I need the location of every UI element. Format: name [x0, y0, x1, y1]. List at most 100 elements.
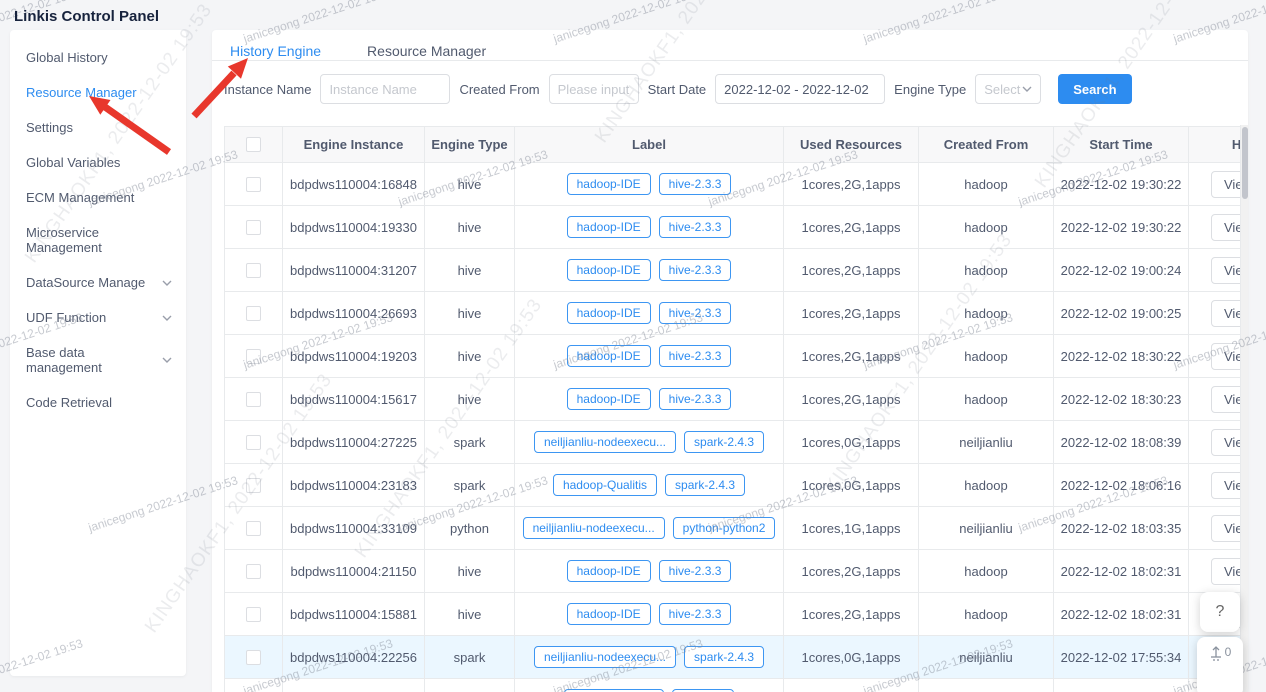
table-row: bdpdws110004:21150hivehadoop-IDEhive-2.3…: [225, 550, 1248, 593]
tab-history-engine[interactable]: History Engine: [230, 43, 321, 60]
sidebar-item-microservice-management[interactable]: Microservice Management: [10, 215, 186, 265]
label-tag[interactable]: hadoop-IDE: [567, 259, 651, 281]
row-checkbox[interactable]: [246, 177, 261, 192]
engine-instance-cell: bdpdws110004:27225: [283, 421, 425, 464]
label-tag[interactable]: hive-2.3.3: [659, 388, 732, 410]
filter-bar: Instance Name Created From Start Date En…: [224, 74, 1248, 104]
start-time-cell: 2022-12-02 19:00:25: [1054, 292, 1189, 335]
table-row: bdpdws110004:22256sparkneiljianliu-nodee…: [225, 636, 1248, 679]
engine-type-cell: spark: [425, 421, 515, 464]
table-scrollbar[interactable]: [1240, 125, 1248, 692]
engine-type-label: Engine Type: [894, 82, 966, 97]
used-resources-cell: 1cores,2G,1apps: [784, 206, 919, 249]
label-tag[interactable]: hadoop-IDE: [567, 216, 651, 238]
sidebar-item-label: Base data management: [26, 345, 162, 375]
engine-type-select-value: Select: [984, 82, 1020, 97]
row-select-cell: [225, 249, 283, 292]
row-checkbox[interactable]: [246, 263, 261, 278]
label-tag[interactable]: hadoop-IDE: [567, 302, 651, 324]
row-select-cell: [225, 163, 283, 206]
row-select-cell: [225, 292, 283, 335]
sidebar-item-global-history[interactable]: Global History: [10, 40, 186, 75]
sidebar-item-udf-function[interactable]: UDF Function: [10, 300, 186, 335]
row-select-cell: [225, 507, 283, 550]
sidebar-item-ecm-management[interactable]: ECM Management: [10, 180, 186, 215]
sidebar-item-label: Global History: [26, 50, 108, 65]
row-select-cell: [225, 464, 283, 507]
column-header-label: Label: [515, 127, 784, 163]
created-from-cell: hadoop: [919, 378, 1054, 421]
created-from-cell: hadoop: [919, 593, 1054, 636]
row-select-cell: [225, 593, 283, 636]
label-tag[interactable]: spark-2.4.3: [684, 431, 764, 453]
label-tag[interactable]: hive-2.3.3: [659, 560, 732, 582]
label-tag[interactable]: hive-2.3.3: [659, 173, 732, 195]
label-tag[interactable]: hive-2.3.3: [659, 259, 732, 281]
help-button[interactable]: ?: [1200, 592, 1240, 632]
start-time-cell: 2022-12-02 18:03:35: [1054, 507, 1189, 550]
created-from-cell: hadoop: [919, 163, 1054, 206]
row-checkbox[interactable]: [246, 306, 261, 321]
label-tag[interactable]: hive-2.3.3: [659, 302, 732, 324]
table-scrollbar-thumb[interactable]: [1242, 127, 1248, 199]
tab-bar: History Engine Resource Manager: [212, 30, 1248, 61]
label-cell: neiljianliu-nodeexecu... spark-2.4.3: [515, 421, 784, 464]
row-checkbox[interactable]: [246, 650, 261, 665]
label-tag[interactable]: hadoop-Qualitis: [553, 474, 657, 496]
label-tag[interactable]: spark-2.4.3: [684, 646, 764, 668]
created-from-input[interactable]: [549, 74, 639, 104]
engine-type-select[interactable]: Select: [975, 74, 1041, 104]
row-checkbox[interactable]: [246, 564, 261, 579]
column-header-engine-type: Engine Type: [425, 127, 515, 163]
engine-type-cell: hive: [425, 378, 515, 421]
tab-resource-manager[interactable]: Resource Manager: [367, 43, 486, 60]
row-checkbox[interactable]: [246, 392, 261, 407]
widget-button[interactable]: 0: [1197, 637, 1243, 692]
row-checkbox[interactable]: [246, 521, 261, 536]
start-date-input[interactable]: [715, 74, 885, 104]
start-time-cell: 2022-12-02 19:00:24: [1054, 249, 1189, 292]
label-tag[interactable]: [672, 689, 734, 692]
sidebar-item-code-retrieval[interactable]: Code Retrieval: [10, 385, 186, 420]
label-tag[interactable]: hive-2.3.3: [659, 345, 732, 367]
search-button[interactable]: Search: [1058, 74, 1131, 104]
label-tag[interactable]: hive-2.3.3: [659, 603, 732, 625]
row-checkbox[interactable]: [246, 435, 261, 450]
label-cell: neiljianliu-nodeexecu... python-python2: [515, 507, 784, 550]
label-tag[interactable]: hadoop-IDE: [567, 388, 651, 410]
sidebar-item-global-variables[interactable]: Global Variables: [10, 145, 186, 180]
sidebar-item-datasource-manage[interactable]: DataSource Manage: [10, 265, 186, 300]
label-tag[interactable]: neiljianliu-nodeexecu...: [523, 517, 665, 539]
row-select-cell: [225, 550, 283, 593]
label-tag[interactable]: neiljianliu-nodeexecu...: [534, 646, 676, 668]
created-from-cell: [919, 679, 1054, 692]
label-tag[interactable]: hadoop-IDE: [567, 560, 651, 582]
label-tag[interactable]: [564, 689, 664, 692]
anchor-icon: [1209, 645, 1223, 661]
used-resources-cell: 1cores,2G,1apps: [784, 550, 919, 593]
label-tag[interactable]: spark-2.4.3: [665, 474, 745, 496]
column-header-engine-instance: Engine Instance: [283, 127, 425, 163]
row-checkbox[interactable]: [246, 478, 261, 493]
row-checkbox[interactable]: [246, 607, 261, 622]
select-all-checkbox[interactable]: [246, 137, 261, 152]
sidebar-item-settings[interactable]: Settings: [10, 110, 186, 145]
sidebar-item-base-data-management[interactable]: Base data management: [10, 335, 186, 385]
table-header-row: Engine InstanceEngine TypeLabelUsed Reso…: [225, 127, 1248, 163]
row-select-cell: [225, 206, 283, 249]
row-checkbox[interactable]: [246, 220, 261, 235]
engine-type-cell: python: [425, 507, 515, 550]
label-tag[interactable]: hadoop-IDE: [567, 345, 651, 367]
label-tag[interactable]: hadoop-IDE: [567, 173, 651, 195]
sidebar-item-resource-manager[interactable]: Resource Manager: [10, 75, 186, 110]
table-row: bdpdws110004:26693hivehadoop-IDEhive-2.3…: [225, 292, 1248, 335]
instance-name-input[interactable]: [320, 74, 450, 104]
sidebar-item-label: Global Variables: [26, 155, 120, 170]
table-row: bdpdws110004:31207hivehadoop-IDEhive-2.3…: [225, 249, 1248, 292]
row-checkbox[interactable]: [246, 349, 261, 364]
used-resources-cell: 1cores,2G,1apps: [784, 163, 919, 206]
label-tag[interactable]: python-python2: [673, 517, 776, 539]
label-tag[interactable]: hive-2.3.3: [659, 216, 732, 238]
label-tag[interactable]: neiljianliu-nodeexecu...: [534, 431, 676, 453]
label-tag[interactable]: hadoop-IDE: [567, 603, 651, 625]
